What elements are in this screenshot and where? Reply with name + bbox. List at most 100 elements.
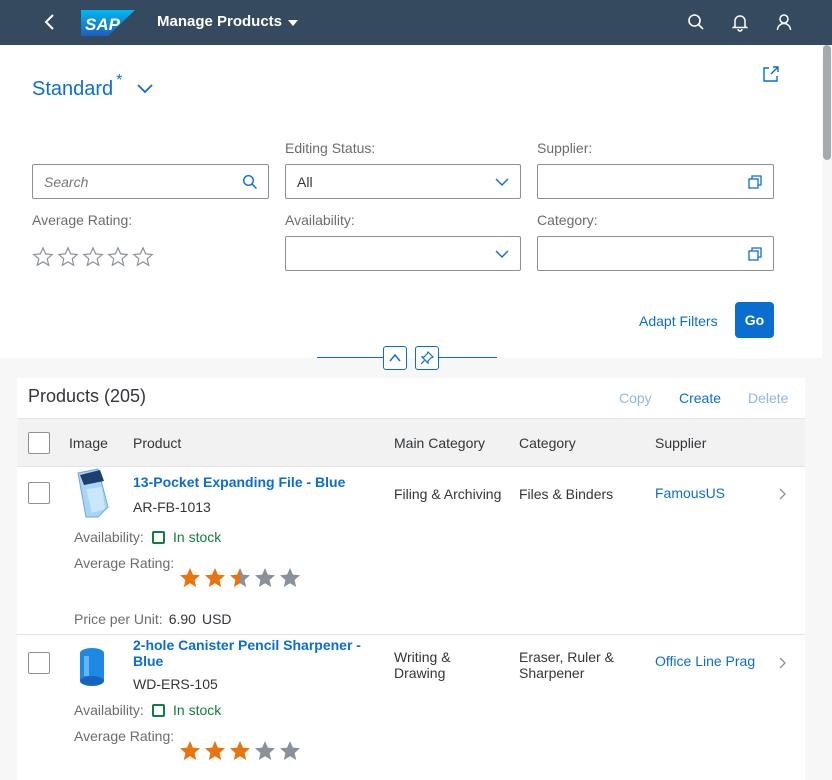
column-header-image[interactable]: Image — [69, 435, 108, 451]
shell-bar: SAP Manage Products — [0, 0, 832, 45]
rating-indicator — [178, 566, 302, 590]
product-name-link[interactable]: 13-Pocket Expanding File - Blue — [133, 474, 345, 490]
product-id: AR-FB-1013 — [133, 499, 211, 515]
availability-select[interactable] — [285, 236, 521, 271]
app-title-menu[interactable]: Manage Products — [157, 13, 299, 30]
bell-icon[interactable] — [730, 12, 750, 32]
delete-button[interactable]: Delete — [748, 390, 788, 406]
search-icon[interactable] — [686, 12, 706, 32]
svg-text:SAP: SAP — [85, 15, 121, 34]
column-header-product[interactable]: Product — [133, 435, 181, 451]
pin-icon — [420, 351, 434, 365]
header-divider-right — [439, 357, 497, 358]
price-label: Price per Unit: — [74, 611, 163, 627]
main-category-cell: Writing & Drawing — [394, 649, 451, 681]
star-outline-icon[interactable] — [132, 246, 154, 268]
chevron-down-icon — [495, 250, 509, 258]
star-filled-icon — [205, 568, 225, 587]
filter-bar: Standard * Search Editing Status: All Su… — [0, 45, 822, 358]
collapse-header-button[interactable] — [383, 346, 407, 370]
variant-modified-marker: * — [116, 72, 123, 89]
rating-indicator — [178, 739, 302, 763]
products-table: Products (205) Copy Create Delete Image … — [17, 378, 805, 780]
product-image — [77, 468, 109, 518]
availability-status: In stock — [152, 529, 221, 545]
availability-status-text: In stock — [173, 702, 222, 718]
variant-selector[interactable]: Standard * — [32, 72, 153, 101]
price-field: Price per Unit: 6.90 USD — [74, 611, 232, 627]
product-id: WD-ERS-105 — [133, 676, 218, 692]
column-header-main-category[interactable]: Main Category — [394, 435, 485, 451]
create-button[interactable]: Create — [679, 390, 721, 406]
chevron-right-icon[interactable] — [777, 656, 789, 670]
table-row[interactable]: 2-hole Canister Pencil Sharpener - Blue … — [17, 635, 805, 780]
editing-status-select[interactable]: All — [285, 164, 521, 199]
supplier-label: Supplier: — [537, 140, 593, 156]
price-value: 6.90 — [168, 611, 196, 627]
adapt-filters-button[interactable]: Adapt Filters — [639, 313, 718, 329]
price-currency: USD — [201, 611, 232, 627]
category-cell: Eraser, Ruler & Sharpener — [519, 649, 614, 681]
status-icon — [152, 530, 165, 544]
product-name-link[interactable]: 2-hole Canister Pencil Sharpener - Blue — [133, 637, 373, 669]
category-input[interactable] — [537, 236, 774, 271]
star-empty-icon — [280, 568, 300, 587]
table-title: Products (205) — [28, 386, 147, 406]
star-empty-icon — [255, 568, 275, 587]
availability-field-label: Availability: — [74, 529, 144, 545]
share-icon[interactable] — [762, 65, 780, 83]
status-icon — [152, 703, 165, 717]
copy-button[interactable]: Copy — [619, 390, 652, 406]
supplier-link[interactable]: Office Line Prag — [655, 653, 755, 669]
variant-name: Standard — [32, 78, 114, 100]
star-half-icon — [230, 568, 250, 587]
select-all-checkbox[interactable] — [28, 432, 50, 454]
sap-logo: SAP — [81, 10, 135, 36]
header-divider-left — [317, 357, 383, 358]
row-checkbox[interactable] — [28, 482, 50, 504]
caret-down-icon — [288, 19, 299, 26]
availability-label: Availability: — [285, 212, 355, 228]
rating-field-label: Average Rating: — [74, 555, 175, 571]
table-header: Image Product Main Category Category Sup… — [17, 418, 805, 467]
star-empty-icon — [280, 741, 300, 760]
column-header-supplier[interactable]: Supplier — [655, 435, 706, 451]
value-help-icon[interactable] — [747, 246, 763, 262]
search-icon[interactable] — [242, 174, 258, 190]
star-outline-icon[interactable] — [82, 246, 104, 268]
supplier-link[interactable]: FamousUS — [655, 485, 725, 501]
row-checkbox[interactable] — [28, 652, 50, 674]
pin-header-button[interactable] — [415, 346, 439, 370]
availability-status-text: In stock — [173, 529, 222, 545]
star-filled-icon — [180, 741, 200, 760]
chevron-down-icon — [495, 178, 509, 186]
value-help-icon[interactable] — [747, 174, 763, 190]
average-rating-filter[interactable] — [32, 246, 154, 268]
editing-status-label: Editing Status: — [285, 140, 376, 156]
search-input[interactable]: Search — [32, 164, 269, 199]
star-outline-icon[interactable] — [32, 246, 54, 268]
user-icon[interactable] — [774, 12, 794, 32]
back-icon[interactable] — [40, 12, 60, 32]
average-rating-label: Average Rating: — [32, 212, 133, 228]
page-scrollbar[interactable] — [822, 45, 832, 780]
star-outline-icon[interactable] — [107, 246, 129, 268]
availability-status: In stock — [152, 702, 221, 718]
star-filled-icon — [230, 741, 250, 760]
app-title: Manage Products — [157, 13, 283, 30]
scrollbar-thumb[interactable] — [823, 45, 831, 160]
rating-field-label: Average Rating: — [74, 728, 175, 744]
table-row[interactable]: 13-Pocket Expanding File - Blue AR-FB-10… — [17, 467, 805, 635]
chevron-down-icon — [137, 84, 153, 94]
supplier-input[interactable] — [537, 164, 774, 199]
column-header-category[interactable]: Category — [519, 435, 576, 451]
category-label: Category: — [537, 212, 598, 228]
star-outline-icon[interactable] — [57, 246, 79, 268]
chevron-right-icon[interactable] — [777, 487, 789, 501]
main-category-cell: Filing & Archiving — [394, 486, 502, 502]
product-image — [80, 648, 104, 686]
category-cell: Files & Binders — [519, 486, 614, 502]
star-empty-icon — [255, 741, 275, 760]
star-filled-icon — [180, 568, 200, 587]
go-button[interactable]: Go — [735, 302, 774, 338]
